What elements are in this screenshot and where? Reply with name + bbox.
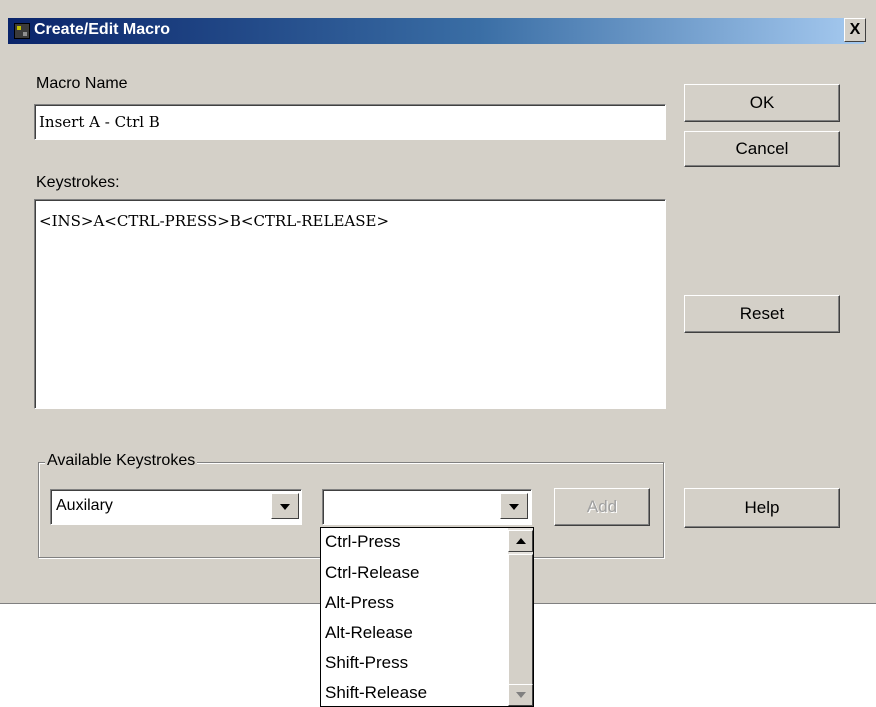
scroll-up-icon[interactable]	[508, 530, 533, 552]
list-item[interactable]: Alt-Release	[325, 623, 413, 643]
macro-dialog: Create/Edit Macro X Macro Name Insert A …	[0, 0, 876, 604]
close-icon[interactable]: X	[844, 18, 866, 42]
list-item[interactable]: Alt-Press	[325, 593, 394, 613]
keystroke-dropdown-list[interactable]: Ctrl-Press Ctrl-Release Alt-Press Alt-Re…	[320, 527, 534, 707]
macro-app-icon	[14, 23, 30, 39]
chevron-down-icon[interactable]	[500, 493, 528, 519]
chevron-down-icon[interactable]	[271, 493, 299, 519]
list-item[interactable]: Ctrl-Press	[325, 532, 401, 552]
reset-button[interactable]: Reset	[684, 295, 840, 333]
window-title: Create/Edit Macro	[34, 21, 171, 38]
macro-name-label: Macro Name	[36, 75, 128, 92]
macro-name-input[interactable]: Insert A - Ctrl B	[34, 104, 666, 140]
keystrokes-textarea[interactable]: <INS>A<CTRL-PRESS>B<CTRL-RELEASE>	[34, 199, 666, 409]
help-button[interactable]: Help	[684, 488, 840, 528]
category-select[interactable]: Auxilary	[50, 489, 302, 525]
list-item[interactable]: Shift-Release	[325, 683, 427, 703]
macro-name-value: Insert A - Ctrl B	[39, 113, 160, 131]
cancel-button[interactable]: Cancel	[684, 131, 840, 167]
keystroke-select[interactable]	[322, 489, 532, 525]
keystrokes-value: <INS>A<CTRL-PRESS>B<CTRL-RELEASE>	[39, 212, 390, 230]
dropdown-scrollbar[interactable]	[508, 528, 533, 706]
scroll-down-icon[interactable]	[508, 684, 533, 706]
available-keystrokes-legend: Available Keystrokes	[45, 452, 198, 470]
list-item[interactable]: Ctrl-Release	[325, 563, 419, 583]
add-button[interactable]: Add	[554, 488, 650, 526]
title-bar[interactable]: Create/Edit Macro	[8, 18, 864, 44]
ok-button[interactable]: OK	[684, 84, 840, 122]
scrollbar-thumb[interactable]	[508, 554, 533, 686]
category-selected-value: Auxilary	[56, 497, 113, 514]
list-item[interactable]: Shift-Press	[325, 653, 408, 673]
keystrokes-label: Keystrokes:	[36, 174, 120, 191]
